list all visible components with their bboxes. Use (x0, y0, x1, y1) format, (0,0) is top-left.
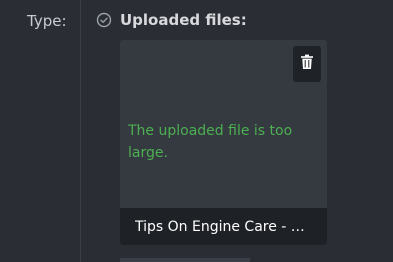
trash-icon (300, 54, 314, 74)
column-divider (80, 0, 81, 262)
type-label: Type: (27, 12, 67, 30)
uploaded-files-label: Uploaded files: (120, 11, 247, 29)
check-circle-icon (96, 12, 112, 28)
file-name: Tips On Engine Care - C... (135, 218, 310, 235)
file-error-message: The uploaded file is too large. (128, 123, 293, 161)
uploaded-file-card: The uploaded file is too large. Tips On … (120, 40, 327, 245)
upload-panel: Type: Uploaded files: The uploaded file … (0, 0, 393, 262)
delete-file-button[interactable] (293, 46, 321, 82)
next-file-card-edge (120, 258, 250, 262)
uploaded-files-header: Uploaded files: (96, 11, 247, 29)
label-column: Type: (0, 0, 80, 262)
file-name-bar: Tips On Engine Care - C... (120, 208, 327, 245)
